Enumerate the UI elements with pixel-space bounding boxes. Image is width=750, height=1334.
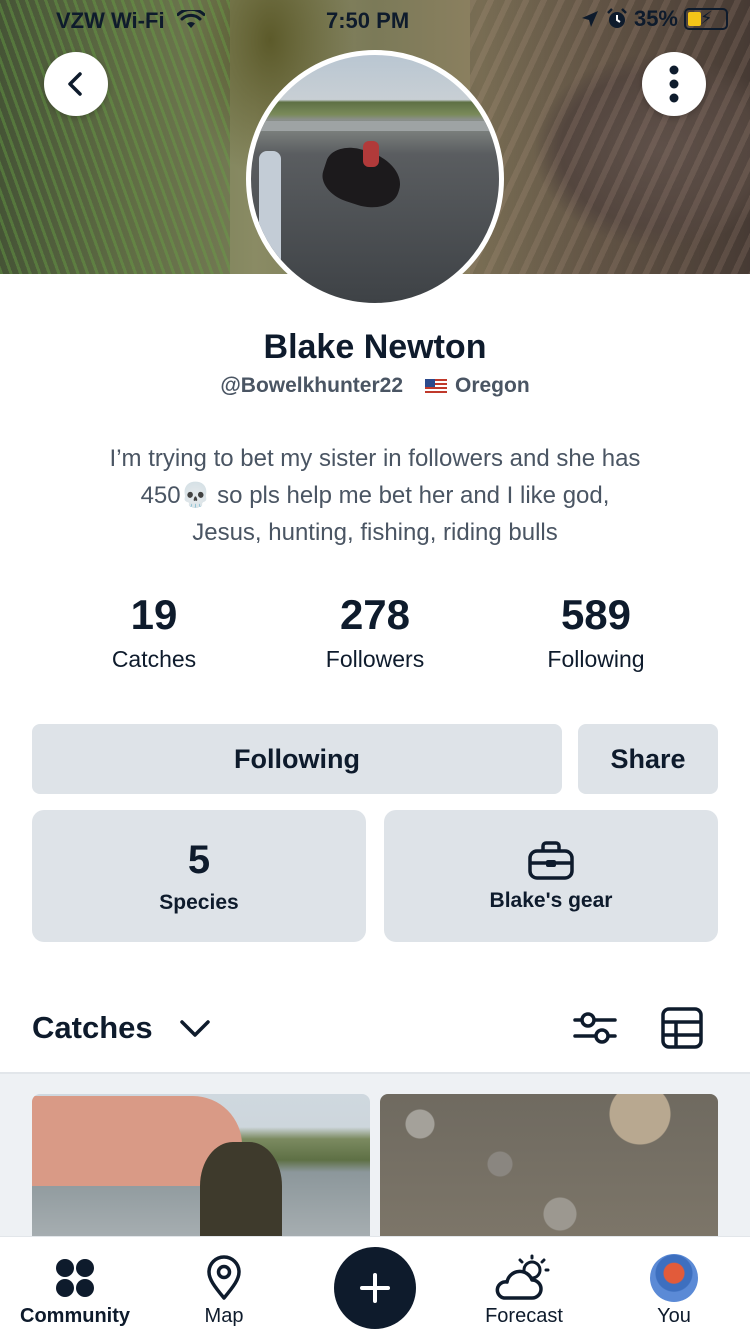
bio-line-1: I’m trying to bet my sister in followers… xyxy=(109,445,641,472)
tab-map[interactable]: Map xyxy=(149,1237,299,1334)
bio-line-3: Jesus, hunting, fishing, riding bulls xyxy=(192,519,558,546)
tab-you-icon-wrap xyxy=(650,1254,698,1302)
stat-catches[interactable]: 19 Catches xyxy=(44,590,264,673)
skull-emoji: 💀 xyxy=(180,482,211,509)
cover-texture xyxy=(470,0,750,274)
bio-line-2-end: so pls help me bet her and I like god, xyxy=(217,482,610,509)
tab-you-label: You xyxy=(657,1305,691,1327)
stat-following-value: 589 xyxy=(560,591,632,638)
catches-grid xyxy=(0,1072,750,1244)
back-button[interactable] xyxy=(44,52,108,116)
map-pin-icon xyxy=(207,1255,241,1300)
stat-catches-label: Catches xyxy=(111,646,197,672)
tab-forecast-label: Forecast xyxy=(485,1305,563,1327)
avatar-bull xyxy=(316,140,408,216)
grid-view-icon[interactable] xyxy=(660,1006,704,1050)
stat-catches-value: 19 xyxy=(130,591,178,638)
cloud-sun-icon xyxy=(495,1254,550,1300)
following-button[interactable]: Following xyxy=(32,724,562,794)
cover-grass xyxy=(0,0,230,274)
tab-you[interactable]: You xyxy=(599,1237,749,1334)
stat-followers[interactable]: 278 Followers xyxy=(265,590,485,673)
location-label: Oregon xyxy=(455,374,530,397)
catch-photo[interactable] xyxy=(380,1094,718,1244)
bio-line-2: 450💀 so pls help me bet her and I like g… xyxy=(60,477,690,514)
status-bar: VZW Wi-Fi 7:50 PM 35% ⚡ xyxy=(0,0,750,40)
gear-card[interactable]: Blake's gear xyxy=(384,810,718,942)
more-options-button[interactable] xyxy=(642,52,706,116)
tab-map-icon-wrap xyxy=(205,1255,243,1301)
stat-following[interactable]: 589 Following xyxy=(486,590,706,673)
species-card[interactable]: 5 Species xyxy=(32,810,366,942)
status-time: 7:50 PM xyxy=(326,8,410,33)
battery-icon: ⚡ xyxy=(684,8,728,30)
vertical-dots-icon xyxy=(669,65,679,103)
catches-header: Catches xyxy=(0,1000,750,1060)
profile-stats: 19 Catches 278 Followers 589 Following xyxy=(44,590,706,673)
chevron-left-icon xyxy=(68,72,82,96)
wifi-icon xyxy=(176,7,206,28)
catch-photo[interactable] xyxy=(32,1094,370,1244)
tab-forecast-icon-wrap xyxy=(494,1254,554,1301)
photo-fish xyxy=(200,1142,282,1244)
add-catch-button[interactable] xyxy=(334,1247,416,1329)
stat-following-label: Following xyxy=(547,646,645,672)
stat-followers-label: Followers xyxy=(325,646,425,672)
profile-name: Blake Newton xyxy=(263,328,487,366)
avatar-fence xyxy=(251,121,499,131)
tab-forecast[interactable]: Forecast xyxy=(449,1237,599,1334)
chevron-down-icon[interactable] xyxy=(178,1014,212,1044)
us-flag-icon xyxy=(425,379,447,394)
tab-map-label: Map xyxy=(204,1305,244,1327)
species-label: Species xyxy=(159,891,239,914)
avatar-post xyxy=(259,151,281,291)
profile-location: Oregon xyxy=(425,374,530,398)
battery-percent: 35% xyxy=(633,6,678,31)
status-right: 35% ⚡ xyxy=(580,6,728,32)
share-button[interactable]: Share xyxy=(578,724,718,794)
status-carrier: VZW Wi-Fi xyxy=(56,7,206,34)
location-arrow-icon xyxy=(581,11,598,27)
avatar-rider xyxy=(363,141,379,167)
battery-fill xyxy=(688,12,701,26)
tab-bar: Community Map Forecast You xyxy=(0,1236,750,1334)
alarm-icon xyxy=(607,8,627,28)
tab-community[interactable]: Community xyxy=(0,1237,150,1334)
profile-subline: @Bowelkhunter22 Oregon xyxy=(0,374,750,398)
species-count: 5 xyxy=(187,838,211,882)
catches-title[interactable]: Catches xyxy=(32,1010,153,1046)
community-dots-icon xyxy=(56,1259,94,1297)
user-avatar xyxy=(650,1254,698,1302)
charging-bolt-icon: ⚡ xyxy=(700,8,713,28)
plus-icon xyxy=(360,1273,390,1303)
tab-community-icon-wrap xyxy=(54,1255,96,1301)
carrier-label: VZW Wi-Fi xyxy=(56,8,165,33)
profile-avatar[interactable] xyxy=(246,50,504,308)
tackle-box-icon xyxy=(528,841,574,880)
bio-line-2-start: 450 xyxy=(140,482,181,509)
profile-handle: @Bowelkhunter22 xyxy=(220,374,403,397)
stat-followers-value: 278 xyxy=(339,591,411,638)
gear-label: Blake's gear xyxy=(489,889,613,912)
tab-community-label: Community xyxy=(20,1305,130,1327)
profile-bio: I’m trying to bet my sister in followers… xyxy=(60,440,690,551)
sliders-icon[interactable] xyxy=(572,1008,618,1048)
